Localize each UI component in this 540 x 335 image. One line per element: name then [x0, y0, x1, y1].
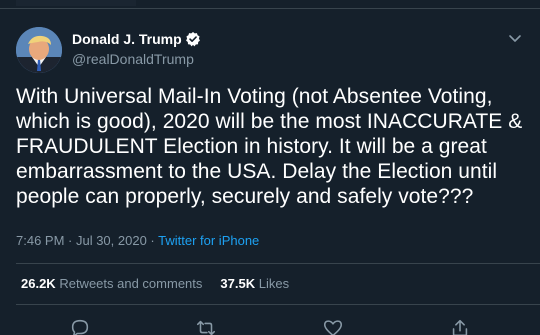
verified-badge-icon	[185, 31, 201, 47]
timestamp[interactable]: 7:46 PM · Jul 30, 2020 ·	[16, 233, 158, 248]
author-names: Donald J. Trump @realDonaldTrump	[72, 30, 201, 68]
source-link[interactable]: Twitter for iPhone	[158, 233, 259, 248]
tweet-meta: 7:46 PM · Jul 30, 2020 · Twitter for iPh…	[16, 233, 259, 249]
likes-label: Likes	[258, 276, 290, 291]
retweet-icon[interactable]	[195, 317, 217, 335]
divider	[16, 263, 540, 264]
tweet-detail: Donald J. Trump @realDonaldTrump With Un…	[0, 0, 540, 335]
likes-count: 37.5K	[220, 276, 256, 291]
retweets-count: 26.2K	[21, 276, 56, 291]
tweet-text: With Universal Mail-In Voting (not Absen…	[16, 85, 523, 208]
chevron-down-icon[interactable]	[506, 29, 524, 47]
previous-tweet-fade	[16, 0, 136, 6]
reply-icon[interactable]	[69, 317, 91, 335]
tweet-stats: 26.2K Retweets and comments 37.5K Likes	[21, 276, 289, 292]
tweet-header: Donald J. Trump @realDonaldTrump	[16, 27, 528, 73]
previous-tweet-edge	[0, 0, 540, 9]
avatar[interactable]	[16, 27, 62, 73]
action-bar	[0, 315, 540, 335]
share-icon[interactable]	[449, 317, 471, 335]
display-name-row: Donald J. Trump	[72, 30, 201, 48]
likes-stat[interactable]: 37.5K Likes	[220, 276, 289, 291]
avatar-photo	[16, 27, 62, 73]
display-name[interactable]: Donald J. Trump	[72, 30, 182, 48]
retweets-label: Retweets and comments	[59, 276, 203, 291]
handle[interactable]: @realDonaldTrump	[72, 50, 201, 68]
retweets-stat[interactable]: 26.2K Retweets and comments	[21, 276, 202, 291]
heart-icon[interactable]	[322, 317, 344, 335]
divider	[16, 304, 540, 305]
